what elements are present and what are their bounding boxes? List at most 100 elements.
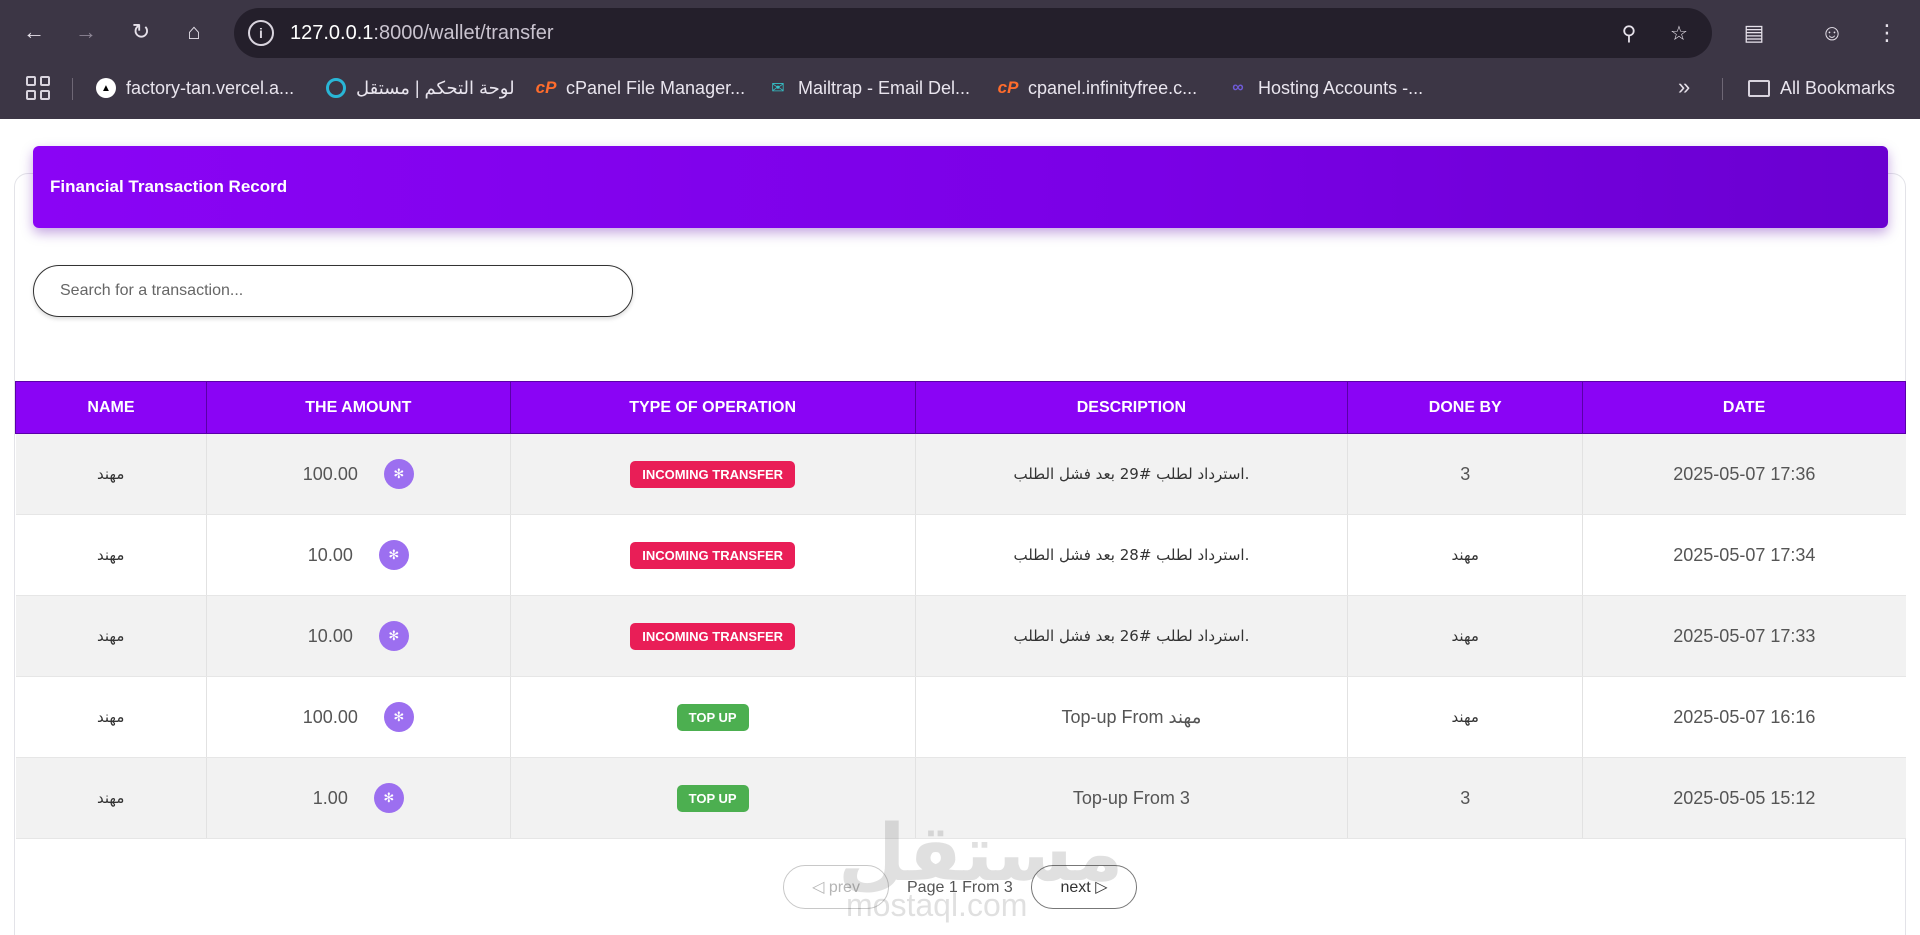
bookmark-item[interactable]: لوحة التحكم | مستقل — [326, 74, 515, 102]
type-badge: INCOMING TRANSFER — [630, 541, 796, 569]
home-icon[interactable]: ⌂ — [178, 16, 210, 48]
column-header-amount: THE AMOUNT — [205, 381, 511, 434]
page-header: Financial Transaction Record — [33, 146, 1888, 228]
folder-icon — [1748, 79, 1770, 97]
cell-done-by: 3 — [1347, 757, 1584, 839]
apps-grid-icon[interactable] — [26, 76, 50, 100]
address-bar[interactable]: i 127.0.0.1:8000/wallet/transfer ⚲ ☆ — [234, 8, 1712, 58]
cell-amount: 10.00 ✻ — [206, 514, 511, 596]
column-header-description: DESCRIPTION — [914, 381, 1349, 434]
ring-icon — [326, 78, 346, 98]
all-bookmarks-label: All Bookmarks — [1780, 77, 1896, 98]
table-row: مهند 10.00 ✻ INCOMING TRANSFER استرداد لط… — [15, 514, 1906, 596]
bookmark-label: factory-tan.vercel.a... — [126, 77, 295, 98]
type-badge: TOP UP — [676, 703, 749, 731]
cell-done-by: مهند — [1347, 514, 1584, 596]
bookmark-label: لوحة التحكم | مستقل — [356, 77, 515, 98]
cell-done-by: مهند — [1347, 676, 1584, 758]
table-row: مهند 10.00 ✻ INCOMING TRANSFER استرداد لط… — [15, 595, 1906, 677]
menu-kebab-icon[interactable]: ⋮ — [1870, 16, 1904, 50]
table-row: مهند 100.00 ✻ TOP UP Top-up From مهند مهن… — [15, 676, 1906, 758]
search-input[interactable] — [33, 265, 633, 317]
cell-date: 2025-05-07 17:33 — [1582, 595, 1906, 677]
bookmarks-divider — [72, 78, 73, 100]
profile-icon[interactable]: ☺ — [1815, 16, 1849, 50]
bookmark-item[interactable]: ✉ Mailtrap - Email Del... — [768, 74, 970, 102]
cell-description: استرداد لطلب #29 بعد فشل الطلب. — [915, 433, 1349, 515]
cell-name: مهند — [15, 514, 207, 596]
address-url[interactable]: 127.0.0.1:8000/wallet/transfer — [290, 22, 554, 45]
amount-value: 100.00 — [302, 706, 358, 727]
cell-date: 2025-05-07 17:34 — [1582, 514, 1906, 596]
cell-amount: 10.00 ✻ — [206, 595, 511, 677]
browser-chrome: ← → ↻ ⌂ i 127.0.0.1:8000/wallet/transfer… — [0, 0, 1920, 119]
cell-description: استرداد لطلب #28 بعد فشل الطلب. — [915, 514, 1349, 596]
bookmark-item[interactable]: cP cPanel File Manager... — [535, 74, 746, 102]
prev-page-button[interactable]: ◁ prev — [783, 865, 889, 909]
cell-name: مهند — [15, 595, 207, 677]
transactions-table: NAME THE AMOUNT TYPE OF OPERATION DESCRI… — [15, 381, 1906, 839]
bookmarks-overflow-icon[interactable]: » — [1678, 74, 1690, 100]
amount-value: 1.00 — [312, 787, 348, 808]
bookmark-label: Hosting Accounts -... — [1258, 77, 1424, 98]
column-header-done-by: DONE BY — [1347, 381, 1584, 434]
vercel-icon: ▲ — [96, 78, 116, 98]
type-badge: TOP UP — [676, 784, 749, 812]
pagination: ◁ prev Page 1 From 3 next ▷ — [0, 865, 1920, 915]
page-title: Financial Transaction Record — [50, 177, 288, 196]
cpanel-icon: cP — [997, 78, 1019, 97]
cell-amount: 1.00 ✻ — [206, 757, 511, 839]
cell-amount: 100.00 ✻ — [206, 433, 511, 515]
cell-date: 2025-05-05 15:12 — [1582, 757, 1906, 839]
zoom-icon[interactable]: ⚲ — [1614, 18, 1644, 48]
reload-icon[interactable]: ↻ — [125, 16, 157, 48]
cell-name: مهند — [15, 757, 207, 839]
all-bookmarks-button[interactable]: All Bookmarks — [1748, 74, 1895, 102]
cell-type: TOP UP — [510, 676, 916, 758]
forward-icon[interactable]: → — [70, 16, 102, 48]
coin-icon: ✻ — [378, 540, 409, 570]
amount-value: 10.00 — [307, 625, 353, 646]
bookmark-item[interactable]: cP cpanel.infinityfree.c... — [998, 74, 1197, 102]
cell-type: INCOMING TRANSFER — [510, 514, 916, 596]
coin-icon: ✻ — [383, 459, 414, 489]
coin-icon: ✻ — [378, 621, 409, 651]
cell-type: TOP UP — [510, 757, 916, 839]
cpanel-icon: cP — [535, 78, 557, 97]
site-info-icon[interactable]: i — [248, 20, 274, 46]
page-info: Page 1 From 3 — [907, 879, 1013, 896]
table-header-row: NAME THE AMOUNT TYPE OF OPERATION DESCRI… — [15, 381, 1906, 434]
column-header-name: NAME — [15, 381, 207, 434]
type-badge: INCOMING TRANSFER — [630, 622, 796, 650]
hosting-icon: ∞ — [1232, 79, 1244, 96]
cell-type: INCOMING TRANSFER — [510, 433, 916, 515]
extensions-icon[interactable]: ▤ — [1737, 16, 1771, 50]
cell-type: INCOMING TRANSFER — [510, 595, 916, 677]
column-header-date: DATE — [1582, 381, 1906, 434]
cell-description: Top-up From 3 — [915, 757, 1349, 839]
cell-name: مهند — [15, 676, 207, 758]
amount-value: 10.00 — [307, 544, 353, 565]
back-icon[interactable]: ← — [18, 16, 50, 48]
bookmark-label: Mailtrap - Email Del... — [798, 77, 971, 98]
bookmark-item[interactable]: ∞ Hosting Accounts -... — [1228, 74, 1423, 102]
cell-description: Top-up From مهند — [915, 676, 1349, 758]
mailtrap-icon: ✉ — [771, 80, 785, 97]
cell-amount: 100.00 ✻ — [206, 676, 511, 758]
browser-toolbar: ← → ↻ ⌂ i 127.0.0.1:8000/wallet/transfer… — [0, 0, 1920, 64]
cell-date: 2025-05-07 17:36 — [1582, 433, 1906, 515]
coin-icon: ✻ — [373, 783, 404, 813]
bookmark-item[interactable]: ▲ factory-tan.vercel.a... — [96, 74, 294, 102]
next-page-button[interactable]: next ▷ — [1031, 865, 1137, 909]
table-row: مهند 100.00 ✻ INCOMING TRANSFER استرداد ل… — [15, 433, 1906, 515]
bookmark-star-icon[interactable]: ☆ — [1664, 18, 1694, 48]
bookmark-label: cPanel File Manager... — [566, 77, 746, 98]
amount-value: 100.00 — [302, 463, 358, 484]
cell-description: استرداد لطلب #26 بعد فشل الطلب. — [915, 595, 1349, 677]
table-row: مهند 1.00 ✻ TOP UP Top-up From 3 3 2025-0… — [15, 757, 1906, 839]
coin-icon: ✻ — [383, 702, 414, 732]
page: Financial Transaction Record NAME THE AM… — [0, 119, 1920, 935]
cell-done-by: مهند — [1347, 595, 1584, 677]
cell-done-by: 3 — [1347, 433, 1584, 515]
column-header-type: TYPE OF OPERATION — [509, 381, 916, 434]
